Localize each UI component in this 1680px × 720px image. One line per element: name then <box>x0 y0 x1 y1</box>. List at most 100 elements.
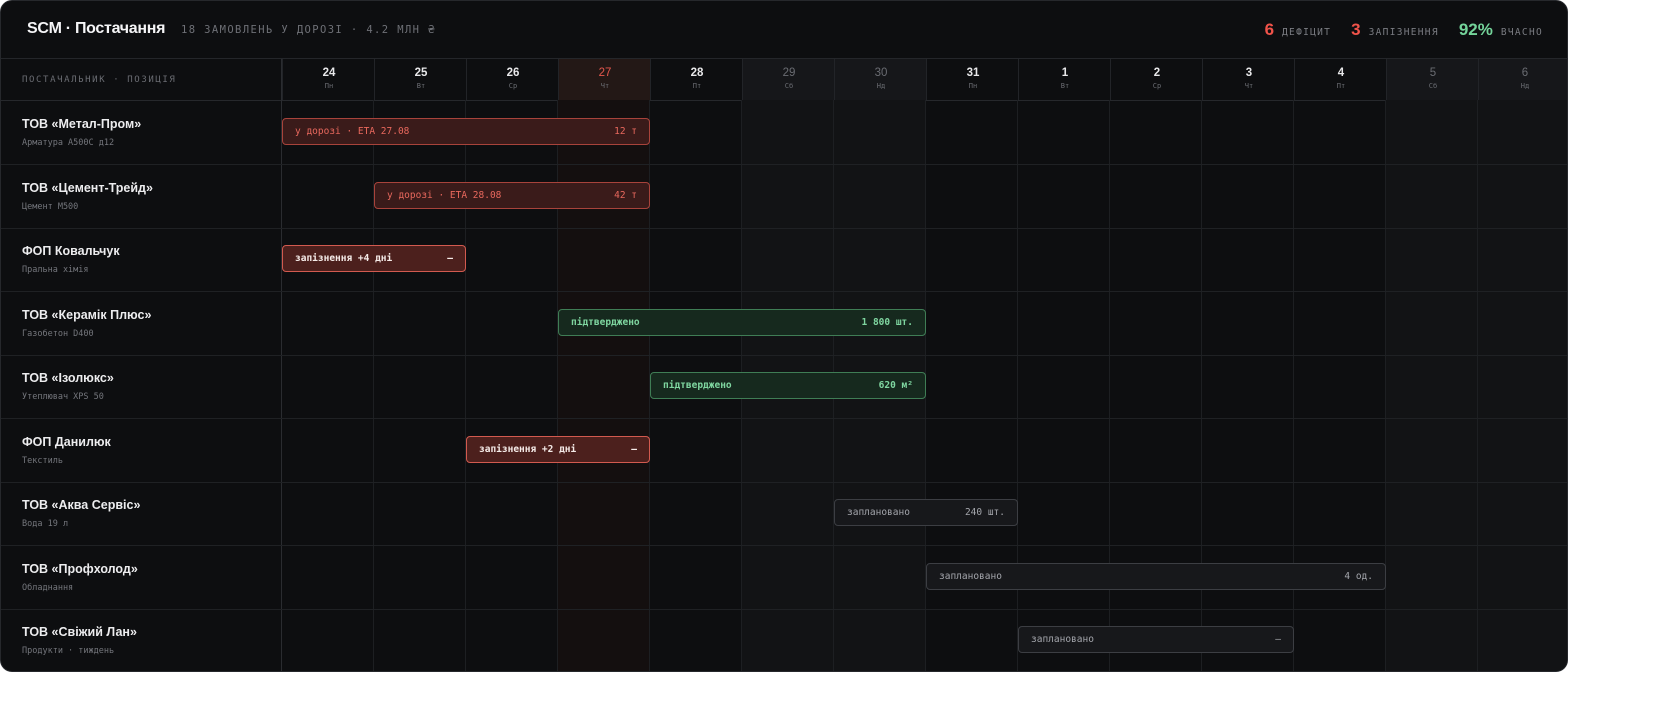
delivery-bar-transit[interactable]: у дорозі · ETA 28.08 42 т <box>374 181 650 209</box>
delivery-bar-plan[interactable]: заплановано 240 шт. <box>834 499 1018 526</box>
delivery-bar-late[interactable]: запізнення +2 дні — <box>466 435 650 463</box>
top-bar: SCM · Постачання 18 ЗАМОВЛЕНЬ У ДОРОЗІ ·… <box>1 1 1567 59</box>
day-column-5[interactable]: 5 Сб <box>1386 59 1479 100</box>
supplier-row[interactable]: ТОВ «Аква Сервіс» Вода 19 л <box>1 482 1567 546</box>
supply-item: Газобетон D400 <box>22 328 94 339</box>
day-number: 26 <box>506 67 520 79</box>
delivery-status-label: у дорозі · ETA 27.08 <box>295 126 410 137</box>
supplier-row[interactable]: ТОВ «Метал-Пром» Арматура А500С д12 <box>1 101 1567 165</box>
supply-item: Текстиль <box>22 455 63 466</box>
day-column-24[interactable]: 24 Пн <box>282 59 375 100</box>
day-column-6[interactable]: 6 Нд <box>1478 59 1567 100</box>
delivery-quantity: 620 м² <box>878 380 913 391</box>
day-number: 31 <box>966 67 980 79</box>
delivery-status-label: заплановано <box>847 507 910 518</box>
day-column-26[interactable]: 26 Ср <box>466 59 559 100</box>
stat-delays-label: ЗАПІЗНЕННЯ <box>1368 27 1439 38</box>
stat-delays[interactable]: 3 ЗАПІЗНЕННЯ <box>1351 20 1439 40</box>
delivery-status-label: заплановано <box>1031 634 1094 645</box>
supply-timeline-grid: ПОСТАЧАЛЬНИК · ПОЗИЦІЯ 24 Пн 25 Вт 26 Ср 27 Чт 2… <box>1 59 1567 671</box>
weekday-label: Пн <box>324 82 334 90</box>
delivery-status-label: запізнення +2 дні <box>479 443 577 455</box>
supplier-name: ТОВ «Метал-Пром» <box>22 117 142 131</box>
scm-app-window: SCM · Постачання 18 ЗАМОВЛЕНЬ У ДОРОЗІ ·… <box>0 0 1568 672</box>
supply-item: Арматура А500С д12 <box>22 138 115 148</box>
day-column-25[interactable]: 25 Вт <box>374 59 467 100</box>
day-number: 28 <box>690 67 704 79</box>
timeline-header: ПОСТАЧАЛЬНИК · ПОЗИЦІЯ 24 Пн 25 Вт 26 Ср 27 Чт 2… <box>1 59 1567 101</box>
delivery-bar-ok[interactable]: підтверджено 1 800 шт. <box>558 308 926 336</box>
weekday-label: Ср <box>508 82 518 90</box>
delivery-bar-transit[interactable]: у дорозі · ETA 27.08 12 т <box>282 118 650 145</box>
stat-on-time-value: 92% <box>1458 20 1493 39</box>
weekday-label: Сб <box>784 82 794 90</box>
delivery-bar-late[interactable]: запізнення +4 дні — <box>282 245 466 272</box>
stat-on-time[interactable]: 92% ВЧАСНО <box>1459 20 1543 40</box>
day-number: 4 <box>1337 67 1345 79</box>
weekday-label: Пт <box>692 82 702 90</box>
day-number: 5 <box>1429 67 1437 79</box>
delivery-status-label: підтверджено <box>663 380 732 391</box>
delivery-bar-ok[interactable]: підтверджено 620 м² <box>650 372 926 399</box>
day-column-1[interactable]: 1 Вт <box>1018 59 1111 100</box>
weekday-label: Пн <box>968 82 978 90</box>
day-column-28[interactable]: 28 Пт <box>650 59 743 100</box>
supplier-row[interactable]: ФОП Данилюк Текстиль <box>1 419 1567 483</box>
delivery-quantity: 12 т <box>614 126 637 137</box>
weekday-label: Пт <box>1336 82 1346 90</box>
supplier-row[interactable]: ТОВ «Цемент-Трейд» Цемент М500 <box>1 165 1567 229</box>
supplier-name: ФОП Данилюк <box>22 434 111 449</box>
delivery-status-label: запізнення +4 дні <box>295 253 393 264</box>
stat-shortage-value: 6 <box>1264 20 1275 39</box>
delivery-quantity: — <box>631 443 637 455</box>
delivery-status-label: підтверджено <box>571 316 640 328</box>
day-column-30[interactable]: 30 Нд <box>834 59 927 100</box>
orders-summary: 18 ЗАМОВЛЕНЬ У ДОРОЗІ · 4.2 МЛН ₴ <box>181 24 436 36</box>
day-number: 25 <box>414 67 428 79</box>
weekday-label: Вт <box>416 82 426 90</box>
day-number: 29 <box>782 67 796 79</box>
delivery-quantity: 4 од. <box>1344 570 1373 582</box>
delivery-status-label: у дорозі · ETA 28.08 <box>387 189 502 201</box>
weekday-label: Нд <box>1520 82 1530 90</box>
supply-item: Вода 19 л <box>22 519 69 529</box>
supplier-name: ТОВ «Аква Сервіс» <box>22 498 141 512</box>
delivery-bar-plan[interactable]: заплановано — <box>1018 626 1294 653</box>
delivery-quantity: — <box>1275 634 1281 645</box>
day-column-4[interactable]: 4 Пт <box>1294 59 1387 100</box>
supplier-name: ФОП Ковальчук <box>22 244 120 258</box>
day-number: 27 <box>598 67 612 79</box>
app-title: SCM · Постачання <box>27 20 166 37</box>
day-column-31[interactable]: 31 Пн <box>926 59 1019 100</box>
supply-item: Продукти · тиждень <box>22 646 115 656</box>
delivery-quantity: 1 800 шт. <box>861 316 913 328</box>
weekday-label: Сб <box>1428 82 1438 90</box>
delivery-bar-plan[interactable]: заплановано 4 од. <box>926 562 1386 590</box>
supplier-name: ТОВ «Профхолод» <box>22 561 138 576</box>
supplier-name: ТОВ «Свіжий Лан» <box>22 625 137 639</box>
day-column-3[interactable]: 3 Чт <box>1202 59 1295 100</box>
weekday-label: Ср <box>1152 82 1162 90</box>
supply-item: Пральна хімія <box>22 265 89 275</box>
stat-shortage[interactable]: 6 ДЕФІЦИТ <box>1265 20 1332 40</box>
stat-on-time-label: ВЧАСНО <box>1500 27 1543 38</box>
delivery-quantity: — <box>447 253 453 264</box>
day-column-27[interactable]: 27 Чт <box>558 59 651 100</box>
stat-shortage-label: ДЕФІЦИТ <box>1282 27 1332 38</box>
supply-item: Утеплювач XPS 50 <box>22 392 104 402</box>
kpi-stats: 6 ДЕФІЦИТ 3 ЗАПІЗНЕННЯ 92% ВЧАСНО <box>1265 20 1543 40</box>
supplier-name: ТОВ «Керамік Плюс» <box>22 307 152 322</box>
day-column-29[interactable]: 29 Сб <box>742 59 835 100</box>
day-number: 1 <box>1061 67 1069 79</box>
day-number: 30 <box>874 67 888 79</box>
supply-item: Обладнання <box>22 582 74 593</box>
delivery-status-label: заплановано <box>939 570 1002 582</box>
weekday-label: Чт <box>1244 82 1254 90</box>
delivery-quantity: 240 шт. <box>964 507 1005 518</box>
day-number: 2 <box>1153 67 1161 79</box>
day-number: 6 <box>1521 67 1529 79</box>
supplier-row[interactable]: ТОВ «Свіжий Лан» Продукти · тиждень <box>1 609 1567 671</box>
day-number: 24 <box>322 67 336 79</box>
day-column-2[interactable]: 2 Ср <box>1110 59 1203 100</box>
supplier-row[interactable]: ФОП Ковальчук Пральна хімія <box>1 228 1567 292</box>
